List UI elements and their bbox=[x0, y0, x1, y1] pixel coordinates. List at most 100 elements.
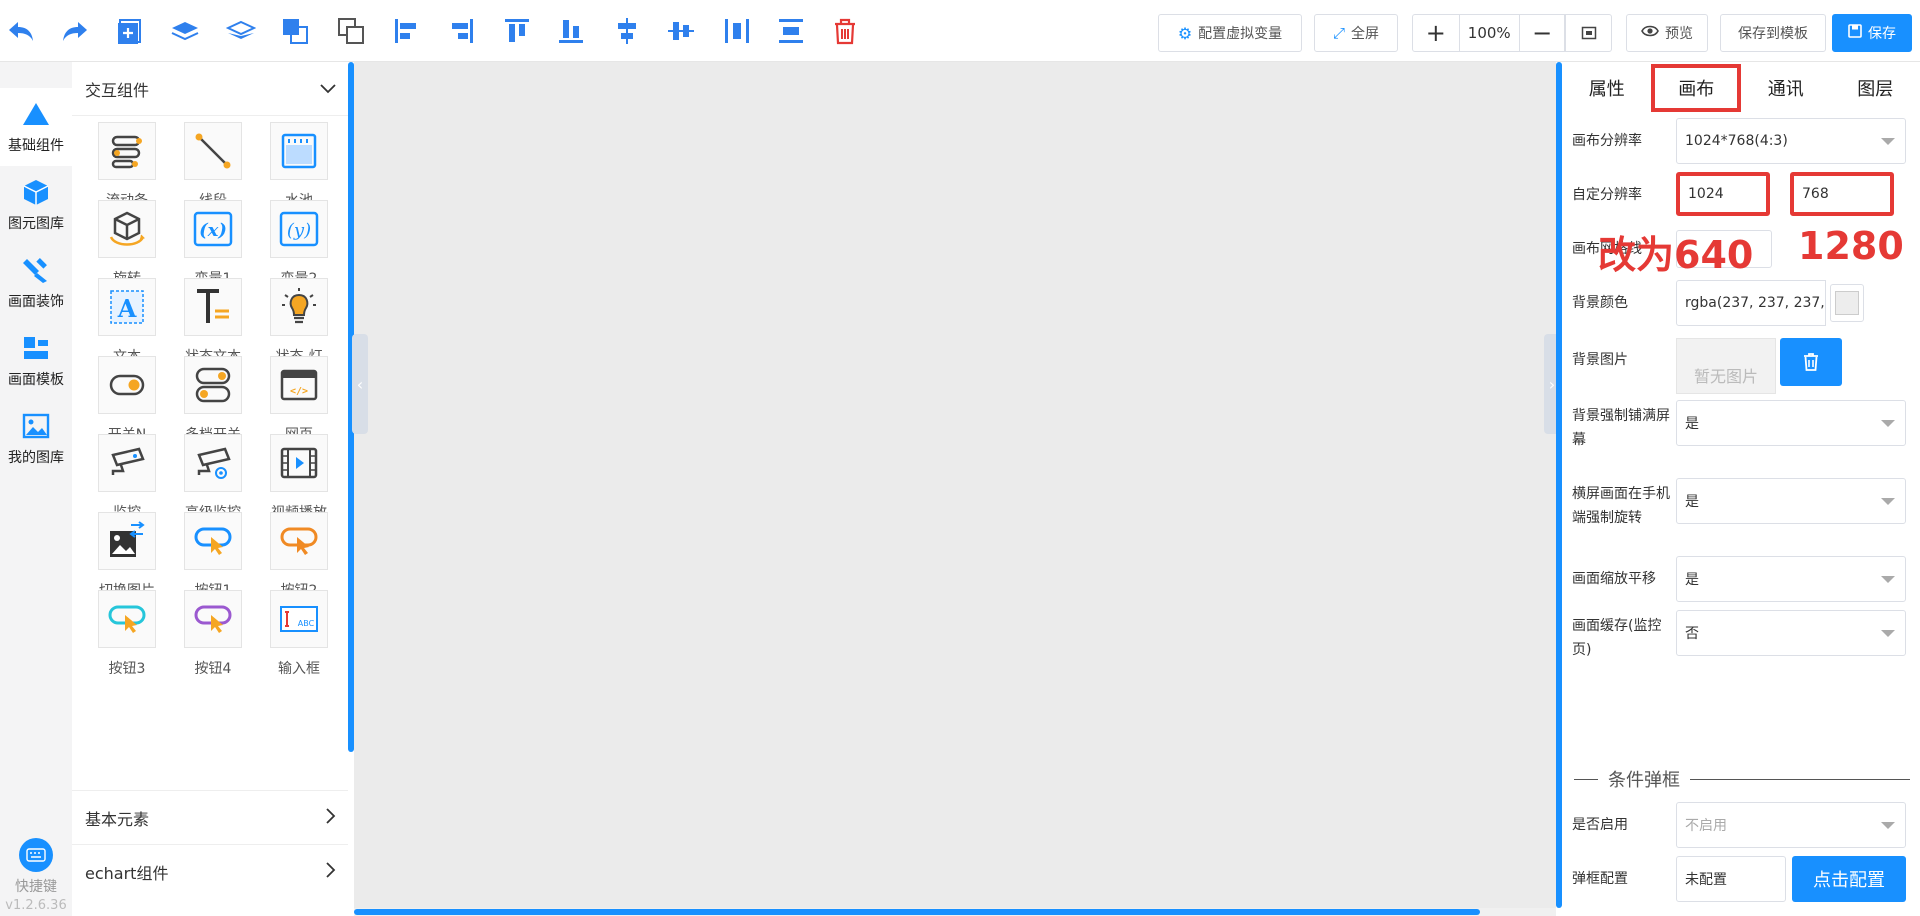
align-bottom-icon[interactable] bbox=[554, 14, 588, 48]
cache-row: 画面缓存(监控页) 否 bbox=[1572, 610, 1912, 662]
chevron-down-icon bbox=[320, 79, 336, 98]
align-center-v-icon[interactable] bbox=[664, 14, 698, 48]
rail-basic-components[interactable]: 基础组件 bbox=[0, 88, 72, 166]
canvas-h-scrollbar[interactable] bbox=[354, 908, 1556, 916]
caret-down-icon bbox=[1881, 629, 1895, 637]
component-item[interactable]: 按钮3 bbox=[84, 590, 170, 685]
zoom-in-button[interactable]: + bbox=[1413, 15, 1459, 51]
button2-icon bbox=[280, 527, 318, 555]
custom-width-input[interactable]: 1024 bbox=[1676, 172, 1770, 216]
configure-button[interactable]: 点击配置 bbox=[1792, 856, 1906, 902]
tab-canvas[interactable]: 画布 bbox=[1652, 62, 1742, 114]
button3-icon bbox=[108, 605, 146, 633]
tab-properties[interactable]: 属性 bbox=[1562, 62, 1652, 114]
send-back-icon[interactable] bbox=[334, 14, 368, 48]
enable-value: 不启用 bbox=[1685, 818, 1727, 834]
custom-height-input[interactable]: 768 bbox=[1790, 172, 1894, 216]
force-fill-label: 背景强制铺满屏幕 bbox=[1572, 408, 1670, 448]
webpage-icon: </> bbox=[280, 369, 318, 401]
enable-select[interactable]: 不启用 bbox=[1676, 802, 1906, 848]
fit-screen-icon[interactable] bbox=[1565, 15, 1611, 51]
svg-text:(x): (x) bbox=[199, 220, 227, 241]
h-scroll-thumb[interactable] bbox=[354, 909, 1480, 915]
delete-image-button[interactable] bbox=[1780, 338, 1842, 386]
distribute-h-icon[interactable] bbox=[720, 14, 754, 48]
tab-layers[interactable]: 图层 bbox=[1831, 62, 1920, 114]
force-fill-value: 是 bbox=[1685, 416, 1699, 432]
bg-color-row: 背景颜色 rgba(237, 237, 237, 1 bbox=[1572, 280, 1912, 326]
bring-front-icon[interactable] bbox=[278, 14, 312, 48]
button1-icon bbox=[194, 527, 232, 555]
rail-templates[interactable]: 画面模板 bbox=[0, 322, 72, 400]
rotate-value: 是 bbox=[1685, 494, 1699, 510]
delete-icon[interactable] bbox=[828, 14, 862, 48]
color-picker[interactable] bbox=[1830, 284, 1864, 322]
bg-color-input[interactable]: rgba(237, 237, 237, 1 bbox=[1676, 280, 1826, 326]
undo-icon[interactable] bbox=[4, 14, 38, 48]
save-template-button[interactable]: 保存到模板 bbox=[1720, 14, 1826, 52]
category-label: 基本元素 bbox=[85, 809, 150, 829]
zoom-out-button[interactable]: − bbox=[1520, 15, 1566, 51]
tab-communication[interactable]: 通讯 bbox=[1741, 62, 1831, 114]
align-top-icon[interactable] bbox=[500, 14, 534, 48]
rail-label: 基础组件 bbox=[8, 138, 64, 154]
caret-down-icon bbox=[1881, 821, 1895, 829]
chevron-left-icon: ‹ bbox=[356, 374, 364, 394]
preview-label: 预览 bbox=[1665, 26, 1693, 42]
component-label: 按钮4 bbox=[194, 661, 232, 677]
resolution-row: 画布分辨率 1024*768(4:3) bbox=[1572, 118, 1912, 164]
force-fill-select[interactable]: 是 bbox=[1676, 400, 1906, 446]
bg-image-placeholder[interactable]: 暂无图片 bbox=[1676, 338, 1776, 394]
cache-select[interactable]: 否 bbox=[1676, 610, 1906, 656]
align-center-h-icon[interactable] bbox=[610, 14, 644, 48]
redo-icon[interactable] bbox=[58, 14, 92, 48]
category-echart[interactable]: echart组件 bbox=[72, 844, 348, 898]
save-button[interactable]: 保存 bbox=[1832, 14, 1912, 52]
fullscreen-button[interactable]: ⤢ 全屏 bbox=[1314, 14, 1398, 52]
interactive-components-header[interactable]: 交互组件 bbox=[72, 62, 348, 116]
resolution-select[interactable]: 1024*768(4:3) bbox=[1676, 118, 1906, 164]
rotate-icon bbox=[109, 211, 145, 246]
design-canvas[interactable] bbox=[354, 62, 1556, 908]
component-panel: 交互组件 流动条 线段 水池 旋转 (x) 变量1 (y) 变量2 bbox=[72, 62, 348, 916]
divider bbox=[1690, 778, 1910, 780]
rotate-select[interactable]: 是 bbox=[1676, 478, 1906, 524]
shortcut-area[interactable]: 快捷键 v1.2.6.36 bbox=[0, 838, 72, 913]
zoom-pan-select[interactable]: 是 bbox=[1676, 556, 1906, 602]
shortcut-label: 快捷键 bbox=[15, 879, 57, 895]
rail-decoration[interactable]: 画面装饰 bbox=[0, 244, 72, 322]
component-label: 输入框 bbox=[278, 661, 320, 677]
category-basic-elements[interactable]: 基本元素 bbox=[72, 790, 348, 844]
section-title: 条件弹框 bbox=[1608, 770, 1680, 791]
keyboard-icon bbox=[19, 838, 53, 872]
bg-image-label: 背景图片 bbox=[1572, 352, 1628, 368]
bg-image-row: 背景图片 暂无图片 bbox=[1572, 338, 1912, 394]
caret-down-icon bbox=[1881, 575, 1895, 583]
properties-panel: 属性 画布 通讯 图层 画布分辨率 1024*768(4:3) 自定分辨率 10… bbox=[1562, 62, 1920, 916]
cube-icon bbox=[23, 180, 49, 205]
rail-label: 画面装饰 bbox=[8, 294, 64, 310]
preview-button[interactable]: 预览 bbox=[1626, 14, 1708, 52]
line-segment-icon bbox=[195, 133, 231, 169]
rail-my-gallery[interactable]: 我的图库 bbox=[0, 400, 72, 478]
color-swatch bbox=[1835, 291, 1859, 315]
layer-down-icon[interactable] bbox=[224, 14, 258, 48]
add-page-icon[interactable] bbox=[112, 14, 146, 48]
layer-up-icon[interactable] bbox=[168, 14, 202, 48]
component-item[interactable]: 按钮4 bbox=[170, 590, 256, 685]
collapse-left-handle[interactable]: ‹ bbox=[352, 334, 368, 434]
switch-icon bbox=[109, 374, 145, 396]
align-left-icon[interactable] bbox=[390, 14, 424, 48]
config-vars-button[interactable]: ⚙ 配置虚拟变量 bbox=[1158, 14, 1302, 52]
multi-switch-icon bbox=[195, 367, 231, 403]
component-item[interactable]: ABC 输入框 bbox=[256, 590, 342, 685]
zoom-pan-label: 画面缩放平移 bbox=[1572, 571, 1656, 587]
svg-text:A: A bbox=[117, 294, 137, 323]
button4-icon bbox=[194, 605, 232, 633]
category-label: echart组件 bbox=[85, 863, 169, 883]
svg-text:</>: </> bbox=[290, 386, 308, 397]
popup-config-value: 未配置 bbox=[1676, 856, 1786, 902]
align-right-icon[interactable] bbox=[444, 14, 478, 48]
distribute-v-icon[interactable] bbox=[774, 14, 808, 48]
rail-primitive-library[interactable]: 图元图库 bbox=[0, 166, 72, 244]
